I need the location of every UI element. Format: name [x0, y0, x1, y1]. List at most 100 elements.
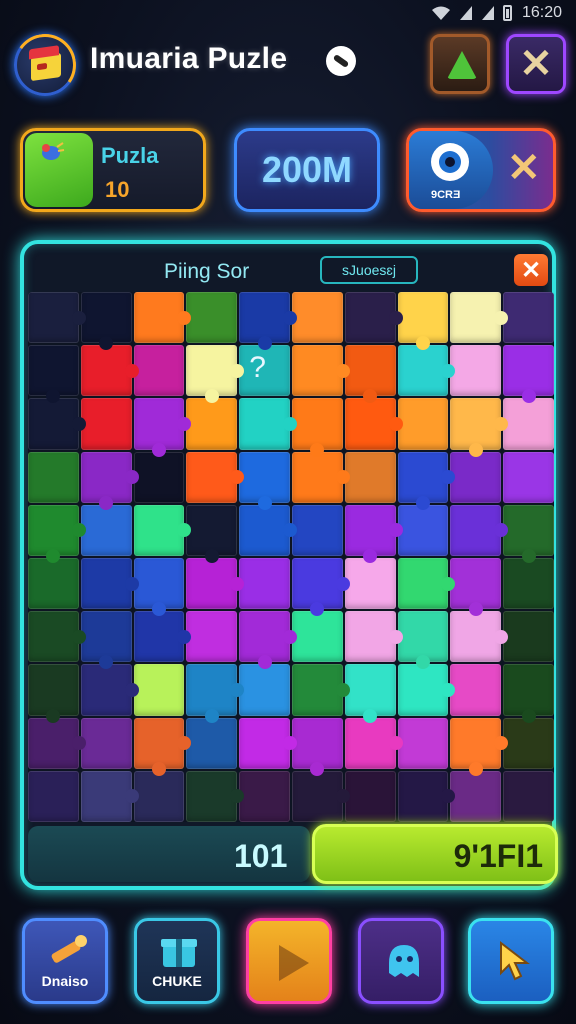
puzzle-piece[interactable] — [344, 398, 403, 450]
puzzle-piece[interactable] — [28, 451, 79, 503]
alert-button[interactable] — [430, 34, 490, 94]
puzzle-piece[interactable] — [186, 451, 245, 503]
puzzle-piece[interactable] — [450, 345, 502, 397]
puzzle-piece[interactable] — [291, 504, 343, 556]
puzzle-piece[interactable] — [450, 611, 509, 663]
puzzle-piece[interactable] — [503, 292, 554, 344]
puzzle-piece[interactable] — [344, 504, 403, 563]
puzzle-piece[interactable] — [28, 664, 79, 723]
puzzle-piece[interactable] — [28, 398, 86, 450]
puzzle-piece[interactable] — [450, 770, 502, 822]
puzzle-piece[interactable] — [133, 451, 185, 503]
puzzle-piece[interactable] — [186, 345, 245, 404]
puzzle-piece[interactable] — [239, 504, 297, 556]
puzzle-piece[interactable] — [186, 717, 238, 769]
puzzle-stat-card[interactable]: Puzla 10 — [20, 128, 206, 212]
puzzle-piece[interactable] — [397, 611, 449, 670]
puzzle-piece[interactable] — [503, 664, 554, 723]
puzzle-piece[interactable] — [291, 451, 350, 503]
puzzle-piece[interactable] — [450, 292, 509, 344]
puzzle-piece[interactable] — [397, 292, 449, 351]
puzzle-piece[interactable] — [186, 664, 245, 723]
puzzle-grid[interactable]: ? — [28, 292, 554, 822]
puzzle-piece[interactable] — [503, 770, 554, 822]
puzzle-piece[interactable] — [291, 292, 343, 344]
puzzle-piece[interactable] — [397, 717, 449, 769]
puzzle-piece[interactable] — [80, 292, 132, 351]
puzzle-piece[interactable] — [28, 770, 79, 822]
puzzle-piece[interactable] — [344, 717, 403, 769]
puzzle-piece[interactable] — [28, 345, 79, 404]
puzzle-piece[interactable] — [239, 717, 297, 769]
puzzle-piece[interactable] — [503, 345, 554, 404]
puzzle-piece[interactable] — [503, 611, 554, 663]
boost-card[interactable]: 9CRƎ ✕ — [406, 128, 556, 212]
puzzle-piece[interactable] — [344, 664, 396, 723]
puzzle-piece[interactable] — [450, 664, 502, 716]
puzzle-piece[interactable] — [28, 611, 86, 663]
puzzle-piece[interactable] — [291, 558, 350, 617]
puzzle-piece[interactable] — [239, 611, 297, 670]
puzzle-piece[interactable] — [186, 504, 238, 563]
puzzle-piece[interactable] — [239, 398, 297, 450]
tool-play-button[interactable] — [246, 918, 332, 1004]
puzzle-piece[interactable] — [503, 504, 554, 563]
puzzle-piece[interactable] — [28, 504, 86, 563]
puzzle-piece[interactable] — [239, 664, 290, 716]
puzzle-piece[interactable] — [80, 664, 139, 716]
puzzle-piece[interactable] — [239, 451, 290, 510]
puzzle-piece[interactable] — [291, 717, 343, 776]
puzzle-piece[interactable] — [186, 292, 238, 344]
puzzle-piece[interactable]: ? — [239, 345, 290, 397]
puzzle-piece[interactable] — [80, 504, 132, 556]
puzzle-piece[interactable] — [133, 611, 192, 663]
puzzle-piece[interactable] — [291, 664, 350, 716]
puzzle-piece[interactable] — [133, 558, 185, 617]
puzzle-piece[interactable] — [450, 398, 509, 457]
puzzle-piece[interactable] — [133, 664, 185, 716]
puzzle-piece[interactable] — [344, 770, 396, 822]
puzzle-piece[interactable] — [239, 770, 290, 822]
puzzle-piece[interactable] — [344, 558, 396, 610]
puzzle-piece[interactable] — [239, 558, 290, 610]
close-button[interactable]: ✕ — [506, 34, 566, 94]
puzzle-piece[interactable] — [450, 504, 509, 556]
tool-pointer-button[interactable] — [468, 918, 554, 1004]
puzzle-piece[interactable] — [186, 611, 238, 663]
puzzle-piece[interactable] — [186, 558, 245, 610]
puzzle-piece[interactable] — [186, 398, 238, 450]
puzzle-piece[interactable] — [239, 292, 297, 351]
puzzle-piece[interactable] — [344, 345, 396, 404]
puzzle-piece[interactable] — [80, 451, 139, 510]
puzzle-piece[interactable] — [133, 292, 192, 344]
puzzle-piece[interactable] — [133, 717, 192, 776]
puzzle-piece[interactable] — [397, 451, 456, 510]
puzzle-piece[interactable] — [397, 345, 456, 397]
tool-gift-button[interactable]: CHUKE — [134, 918, 220, 1004]
puzzle-piece[interactable] — [450, 717, 509, 776]
puzzle-piece[interactable] — [80, 770, 139, 822]
puzzle-piece[interactable] — [291, 611, 343, 663]
puzzle-piece[interactable] — [186, 770, 245, 822]
puzzle-piece[interactable] — [450, 558, 502, 617]
puzzle-piece[interactable] — [28, 717, 86, 769]
puzzle-piece[interactable] — [397, 770, 456, 822]
puzzle-piece[interactable] — [133, 398, 192, 457]
puzzle-piece[interactable] — [80, 398, 132, 450]
puzzle-piece[interactable] — [80, 717, 132, 769]
puzzle-piece[interactable] — [28, 558, 79, 610]
puzzle-piece[interactable] — [80, 611, 132, 670]
puzzle-piece[interactable] — [80, 345, 139, 397]
puzzle-piece[interactable] — [344, 292, 403, 344]
tool-ghost-button[interactable] — [358, 918, 444, 1004]
puzzle-piece[interactable] — [133, 345, 185, 397]
tool-brush-button[interactable]: Dnaiso — [22, 918, 108, 1004]
puzzle-piece[interactable] — [291, 345, 350, 397]
puzzle-piece[interactable] — [291, 770, 350, 822]
puzzle-piece[interactable] — [397, 504, 449, 556]
puzzle-piece[interactable] — [503, 398, 554, 450]
puzzle-piece[interactable] — [133, 504, 192, 556]
timer-button[interactable]: 9'1FI1 — [312, 824, 558, 884]
board-close-button[interactable]: ✕ — [514, 254, 548, 286]
puzzle-piece[interactable] — [503, 451, 554, 503]
